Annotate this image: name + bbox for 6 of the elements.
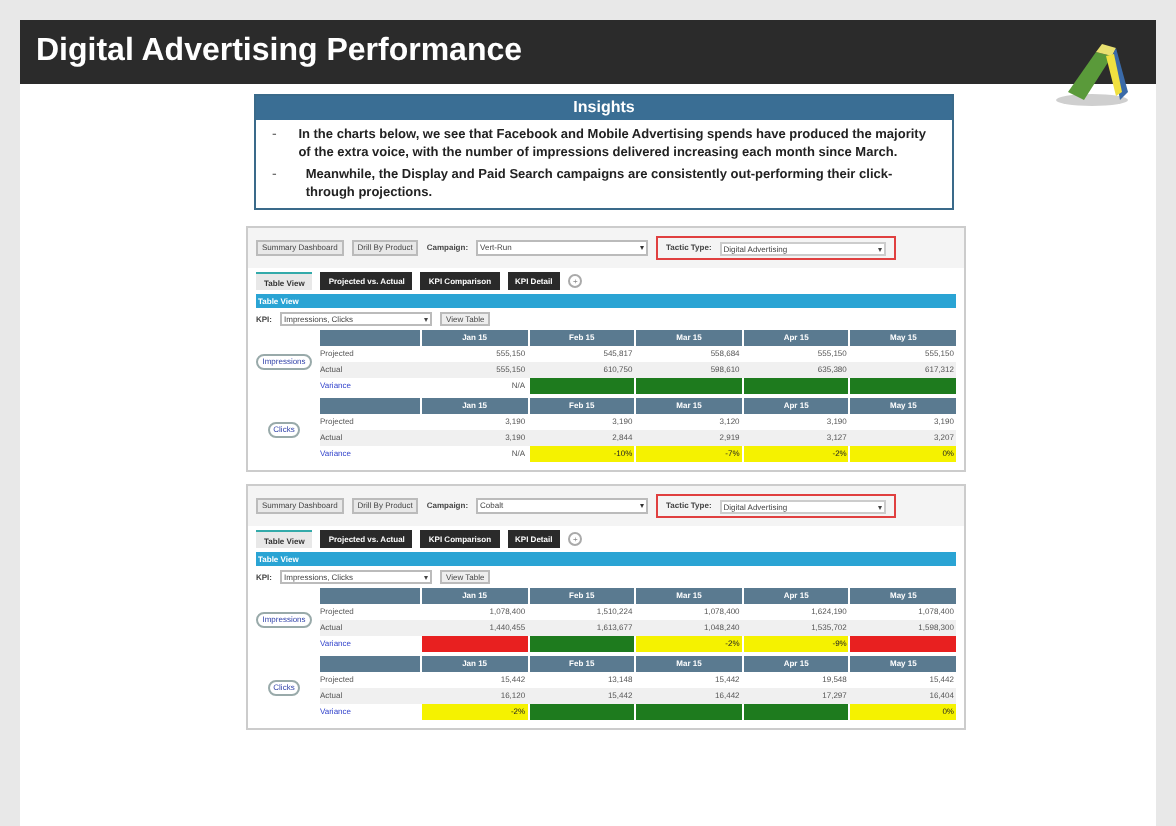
header-corner: [320, 398, 420, 414]
slide-title: Digital Advertising Performance: [36, 32, 523, 72]
insights-header: Insights: [256, 96, 952, 120]
header-corner: [320, 330, 420, 346]
header-corner: [320, 588, 420, 604]
header-corner: [320, 656, 420, 672]
